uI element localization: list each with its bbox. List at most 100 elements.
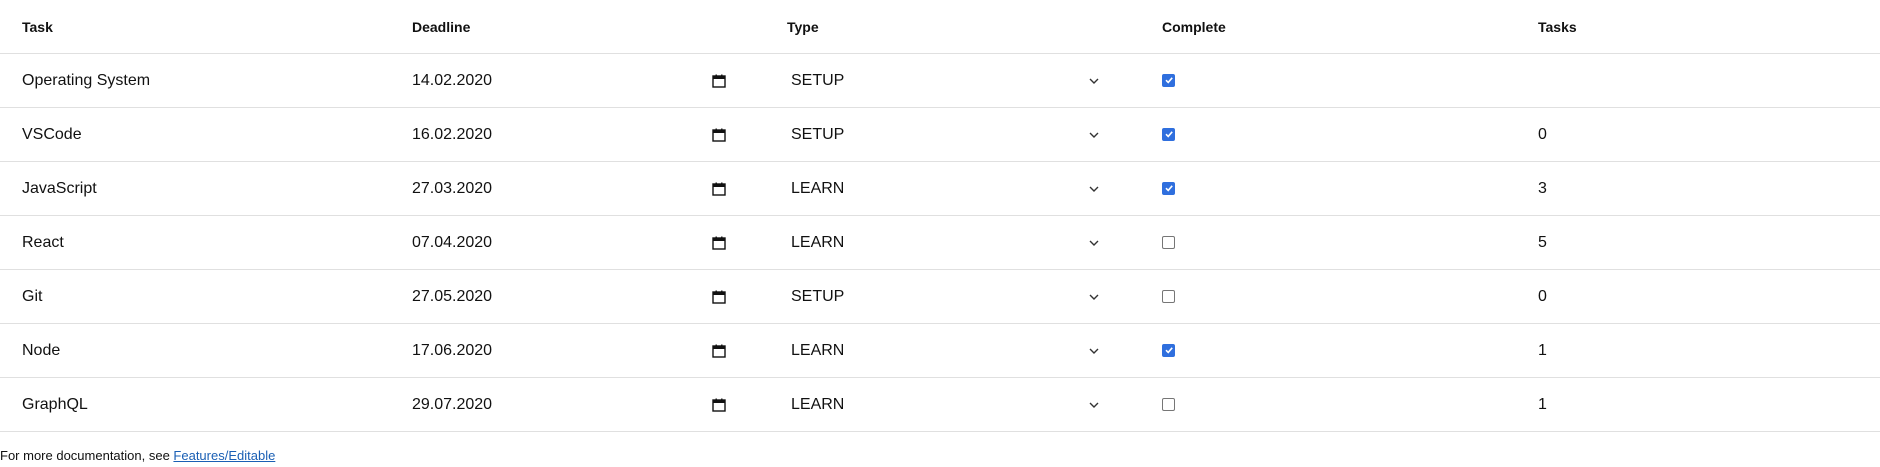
table-row: Node 17.06.2020 LEARN 1 [0,324,1880,378]
calendar-icon[interactable] [712,74,726,88]
task-cell[interactable]: GraphQL [0,396,390,414]
task-name: JavaScript [22,179,97,197]
deadline-date-input[interactable]: 27.05.2020 [412,288,726,306]
type-value: LEARN [791,233,845,251]
header-task[interactable]: Task [0,19,390,35]
complete-checkbox[interactable] [1162,235,1175,249]
table-row: GraphQL 29.07.2020 LEARN 1 [0,378,1880,432]
task-name: Node [22,341,61,359]
header-complete[interactable]: Complete [1140,19,1516,35]
complete-cell [1140,234,1516,252]
deadline-date-input[interactable]: 07.04.2020 [412,234,726,252]
deadline-value: 17.06.2020 [412,341,493,359]
type-cell[interactable]: SETUP [765,72,1140,90]
task-name: GraphQL [22,395,88,413]
tasks-cell[interactable]: 0 [1516,126,1880,144]
type-select[interactable]: LEARN [787,396,1100,414]
complete-cell [1140,396,1516,414]
deadline-date-input[interactable]: 17.06.2020 [412,342,726,360]
calendar-icon[interactable] [712,344,726,358]
task-cell[interactable]: Operating System [0,72,390,90]
deadline-value: 14.02.2020 [412,71,493,89]
complete-cell [1140,288,1516,306]
task-cell[interactable]: Node [0,342,390,360]
deadline-date-input[interactable]: 16.02.2020 [412,126,726,144]
deadline-date-input[interactable]: 29.07.2020 [412,396,726,414]
type-select[interactable]: LEARN [787,180,1100,198]
chevron-down-icon[interactable] [1088,77,1100,85]
tasks-count: 1 [1538,341,1547,359]
calendar-icon[interactable] [712,290,726,304]
task-cell[interactable]: VSCode [0,126,390,144]
header-tasks[interactable]: Tasks [1516,19,1880,35]
tasks-count: 1 [1538,395,1547,413]
deadline-cell[interactable]: 14.02.2020 [390,72,765,90]
type-cell[interactable]: LEARN [765,342,1140,360]
deadline-value: 29.07.2020 [412,395,493,413]
tasks-cell[interactable]: 1 [1516,342,1880,360]
type-value: LEARN [791,341,845,359]
table-header: Task Deadline Type Complete Tasks [0,0,1880,54]
complete-checkbox[interactable] [1162,289,1175,303]
tasks-cell[interactable]: 0 [1516,288,1880,306]
deadline-cell[interactable]: 16.02.2020 [390,126,765,144]
deadline-cell[interactable]: 07.04.2020 [390,234,765,252]
task-cell[interactable]: React [0,234,390,252]
complete-checkbox[interactable] [1162,397,1175,411]
type-select[interactable]: SETUP [787,288,1100,306]
deadline-cell[interactable]: 17.06.2020 [390,342,765,360]
complete-cell [1140,342,1516,360]
calendar-icon[interactable] [712,236,726,250]
calendar-icon[interactable] [712,128,726,142]
chevron-down-icon[interactable] [1088,131,1100,139]
task-cell[interactable]: Git [0,288,390,306]
type-select[interactable]: SETUP [787,126,1100,144]
task-cell[interactable]: JavaScript [0,180,390,198]
calendar-icon[interactable] [712,398,726,412]
complete-checkbox[interactable] [1162,127,1175,141]
type-value: SETUP [791,71,845,89]
deadline-date-input[interactable]: 14.02.2020 [412,72,726,90]
table-row: Git 27.05.2020 SETUP 0 [0,270,1880,324]
editable-table: Task Deadline Type Complete Tasks Operat… [0,0,1880,432]
type-cell[interactable]: LEARN [765,180,1140,198]
complete-cell [1140,126,1516,144]
tasks-count: 5 [1538,233,1547,251]
complete-checkbox[interactable] [1162,181,1175,195]
type-cell[interactable]: SETUP [765,288,1140,306]
type-value: SETUP [791,287,845,305]
deadline-cell[interactable]: 27.03.2020 [390,180,765,198]
header-deadline[interactable]: Deadline [390,19,765,35]
type-select[interactable]: LEARN [787,234,1100,252]
type-select[interactable]: LEARN [787,342,1100,360]
calendar-icon[interactable] [712,182,726,196]
deadline-cell[interactable]: 27.05.2020 [390,288,765,306]
chevron-down-icon[interactable] [1088,185,1100,193]
deadline-value: 27.05.2020 [412,287,493,305]
type-value: SETUP [791,125,845,143]
features-editable-link[interactable]: Features/Editable [173,448,275,463]
tasks-cell[interactable]: 1 [1516,396,1880,414]
deadline-date-input[interactable]: 27.03.2020 [412,180,726,198]
tasks-cell[interactable]: 3 [1516,180,1880,198]
deadline-cell[interactable]: 29.07.2020 [390,396,765,414]
chevron-down-icon[interactable] [1088,239,1100,247]
table-row: VSCode 16.02.2020 SETUP 0 [0,108,1880,162]
chevron-down-icon[interactable] [1088,347,1100,355]
chevron-down-icon[interactable] [1088,293,1100,301]
type-select[interactable]: SETUP [787,72,1100,90]
tasks-count: 3 [1538,179,1547,197]
type-cell[interactable]: LEARN [765,396,1140,414]
table-row: React 07.04.2020 LEARN 5 [0,216,1880,270]
type-cell[interactable]: SETUP [765,126,1140,144]
deadline-value: 16.02.2020 [412,125,493,143]
complete-checkbox[interactable] [1162,343,1175,357]
tasks-cell[interactable]: 5 [1516,234,1880,252]
table-body: Operating System 14.02.2020 SETUP VSCode [0,54,1880,432]
type-cell[interactable]: LEARN [765,234,1140,252]
complete-checkbox[interactable] [1162,73,1175,87]
chevron-down-icon[interactable] [1088,401,1100,409]
header-type[interactable]: Type [765,19,1140,35]
documentation-text: For more documentation, see [0,448,174,463]
task-name: Git [22,287,43,305]
